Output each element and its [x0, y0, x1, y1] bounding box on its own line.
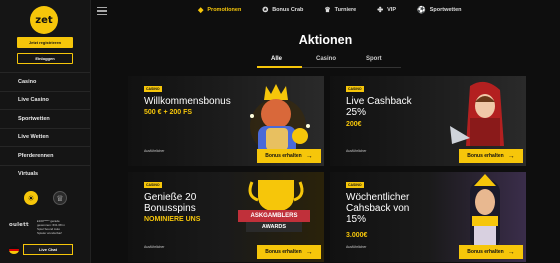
- arrow-right-icon: →: [507, 152, 515, 160]
- card-title: Willkommensbonus: [144, 96, 231, 107]
- crab-icon: ✪: [262, 7, 269, 14]
- brand-logo[interactable]: zet: [30, 6, 58, 34]
- sidebar-item-casino[interactable]: Casino: [0, 72, 90, 91]
- card-subtitle: 3.000€: [346, 232, 368, 239]
- trophy-icon: ♛: [324, 7, 331, 14]
- arrow-right-icon: →: [305, 248, 313, 256]
- winner-ticker: oulett £100***** gerade gewonnen: €31.68…: [9, 219, 83, 241]
- details-link[interactable]: Ausführlicher: [346, 245, 366, 249]
- page-title: Aktionen: [298, 33, 353, 47]
- category-badge: CASINO: [346, 182, 364, 188]
- tab-sport[interactable]: Sport: [366, 56, 382, 62]
- soccer-ball-icon: ⚽: [417, 7, 426, 14]
- topnav-item-turniere[interactable]: ♛ Turniere: [324, 6, 356, 14]
- award-banner: ASKGAMBLERS: [238, 210, 310, 222]
- sidebar-item-live-wetten[interactable]: Live Wetten: [0, 127, 90, 147]
- topnav-item-vip[interactable]: ✤ VIP: [377, 6, 396, 14]
- app-root: zet Jetzt registrieren Einloggen Casino …: [0, 0, 560, 263]
- promo-card-live-cashback[interactable]: CASINO Live Cashback 25% 200€ Ausführlic…: [330, 76, 526, 166]
- promo-logo: oulett: [9, 222, 29, 228]
- sidebar-item-pferderennen[interactable]: Pferderennen: [0, 146, 90, 165]
- tab-alle[interactable]: Alle: [271, 56, 282, 62]
- filter-tabs: Alle Casino Sport: [257, 52, 401, 68]
- category-badge: CASINO: [144, 86, 162, 92]
- details-link[interactable]: Ausführlicher: [144, 245, 164, 249]
- sidebar-nav: Casino Live Casino Sportwetten Live Wett…: [0, 72, 90, 183]
- topnav-item-sportwetten[interactable]: ⚽ Sportwetten: [417, 6, 462, 14]
- live-chat-button[interactable]: Live Chat: [23, 244, 73, 255]
- trophy-toggle-icon[interactable]: ♕: [53, 191, 67, 205]
- menu-icon[interactable]: [97, 7, 107, 15]
- winner-text: £100***** gerade gewonnen: €31.68 in Spi…: [37, 219, 65, 235]
- german-flag-icon[interactable]: [9, 246, 19, 254]
- card-subtitle: 500 € + 200 FS: [144, 109, 193, 116]
- vip-icon: ✤: [377, 7, 384, 14]
- promo-card-bonusspins[interactable]: ASKGAMBLERS AWARDS CASINO Genieße 20 Bon…: [128, 172, 324, 262]
- claim-bonus-button[interactable]: Bonus erhalten →: [459, 149, 523, 163]
- card-subtitle: NOMINIERE UNS: [144, 216, 201, 223]
- sun-toggle-icon[interactable]: ☀: [24, 191, 38, 205]
- promo-card-weekly-cashback[interactable]: CASINO Wöchentlicher Cahsback von 15% 3.…: [330, 172, 526, 262]
- promo-card-welcome[interactable]: CASINO Willkommensbonus 500 € + 200 FS A…: [128, 76, 324, 166]
- sidebar-item-live-casino[interactable]: Live Casino: [0, 90, 90, 110]
- active-tab-indicator: [257, 66, 302, 68]
- arrow-right-icon: →: [305, 152, 313, 160]
- tab-casino[interactable]: Casino: [316, 56, 336, 62]
- card-title: Live Cashback 25%: [346, 96, 412, 118]
- category-badge: CASINO: [346, 86, 364, 92]
- claim-bonus-button[interactable]: Bonus erhalten →: [257, 245, 321, 259]
- card-subtitle: 200€: [346, 121, 362, 128]
- sidebar-item-virtuals[interactable]: Virtuals: [0, 164, 90, 184]
- arrow-right-icon: →: [507, 248, 515, 256]
- claim-bonus-button[interactable]: Bonus erhalten →: [459, 245, 523, 259]
- sidebar-item-sportwetten[interactable]: Sportwetten: [0, 109, 90, 128]
- card-title: Genieße 20 Bonusspins: [144, 192, 197, 214]
- diamond-icon: ◆: [198, 7, 204, 14]
- sidebar: zet Jetzt registrieren Einloggen Casino …: [0, 0, 91, 263]
- claim-bonus-button[interactable]: Bonus erhalten →: [257, 149, 321, 163]
- topnav-item-bonus-crab[interactable]: ✪ Bonus Crab: [262, 6, 303, 14]
- login-button[interactable]: Einloggen: [17, 53, 73, 64]
- register-button[interactable]: Jetzt registrieren: [17, 37, 73, 48]
- top-nav: ◆ Promotionen ✪ Bonus Crab ♛ Turniere ✤ …: [198, 6, 483, 14]
- details-link[interactable]: Ausführlicher: [144, 149, 164, 153]
- topnav-item-promotionen[interactable]: ◆ Promotionen: [198, 6, 241, 14]
- top-bar: ◆ Promotionen ✪ Bonus Crab ♛ Turniere ✤ …: [91, 0, 560, 24]
- details-link[interactable]: Ausführlicher: [346, 149, 366, 153]
- category-badge: CASINO: [144, 182, 162, 188]
- award-subbanner: AWARDS: [246, 222, 302, 232]
- card-title: Wöchentlicher Cahsback von 15%: [346, 192, 410, 225]
